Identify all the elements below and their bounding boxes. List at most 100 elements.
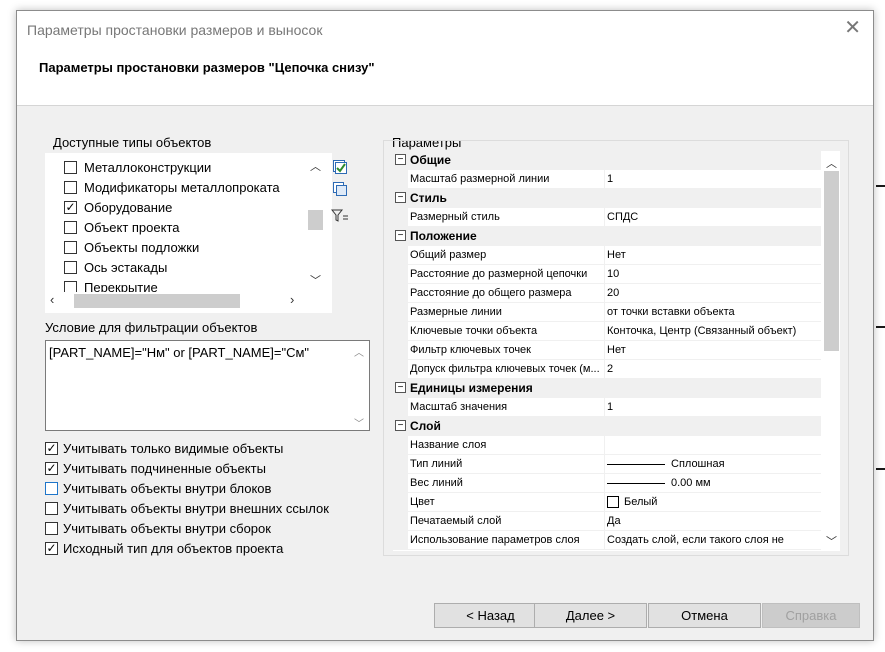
property-row[interactable]: Масштаб размерной линии 1 (393, 170, 821, 189)
object-type-item[interactable]: ✓ Оборудование (64, 197, 172, 217)
scroll-up-icon[interactable]: ︿ (310, 158, 321, 174)
checkbox[interactable] (64, 240, 77, 254)
checkbox[interactable] (45, 501, 58, 515)
property-value-text: 0.00 мм (671, 477, 711, 489)
property-name: Тип линий (410, 458, 463, 470)
property-value[interactable]: Белый (607, 496, 817, 509)
filter-icon[interactable] (331, 207, 349, 225)
scroll-left-icon[interactable]: ‹ (50, 292, 54, 307)
row-gutter (393, 341, 408, 360)
property-value[interactable]: Да (607, 515, 817, 527)
scroll-up-icon[interactable]: ︿ (354, 344, 364, 359)
title-bar: Параметры простановки размеров и выносок… (17, 11, 873, 48)
collapse-icon[interactable]: − (395, 154, 406, 165)
option-checkbox-row[interactable]: Учитывать объекты внутри внешних ссылок (45, 498, 329, 518)
property-value[interactable]: 2 (607, 363, 817, 375)
scroll-right-icon[interactable]: › (290, 292, 294, 307)
checkbox[interactable] (64, 260, 77, 274)
object-type-item[interactable]: Модификаторы металлопроката (64, 177, 280, 197)
checkbox[interactable] (45, 521, 58, 535)
object-type-item[interactable]: Объекты подложки (64, 237, 199, 257)
property-row[interactable]: Расстояние до общего размера 20 (393, 284, 821, 303)
property-row[interactable]: Размерные линии от точки вставки объекта (393, 303, 821, 322)
filter-scrollbar[interactable]: ︿ ﹀ (351, 341, 367, 430)
collapse-icon[interactable]: − (395, 382, 406, 393)
object-type-item[interactable]: Ось эстакады (64, 257, 167, 277)
property-row[interactable]: Ключевые точки объекта Конточка, Центр (С… (393, 322, 821, 341)
property-category[interactable]: − Стиль (393, 189, 821, 208)
property-value[interactable]: СПДС (607, 211, 817, 223)
object-type-item[interactable]: Перекрытие (64, 277, 158, 292)
property-row[interactable]: Расстояние до размерной цепочки 10 (393, 265, 821, 284)
property-row[interactable]: Цвет Белый (393, 493, 821, 512)
option-checkbox-row[interactable]: ✓ Учитывать только видимые объекты (45, 438, 283, 458)
option-checkbox-row[interactable]: ✓ Учитывать подчиненные объекты (45, 458, 266, 478)
copy-icon[interactable] (331, 180, 349, 198)
collapse-icon[interactable]: − (395, 192, 406, 203)
scroll-down-icon[interactable]: ﹀ (354, 415, 364, 430)
property-category[interactable]: − Единицы измерения (393, 379, 821, 398)
property-value[interactable]: 20 (607, 287, 817, 299)
checkbox[interactable] (45, 481, 58, 495)
object-types-label: Доступные типы объектов (53, 135, 212, 150)
property-row[interactable]: Допуск фильтра ключевых точек (м... 2 (393, 360, 821, 379)
checkbox[interactable]: ✓ (45, 461, 58, 475)
object-types-list[interactable]: Металлоконструкции Модификаторы металлопр… (45, 153, 332, 313)
object-types-hscroll[interactable]: ‹ › (46, 292, 324, 310)
checkbox[interactable] (64, 280, 77, 292)
property-name: Размерный стиль (410, 211, 500, 223)
property-value[interactable]: от точки вставки объекта (607, 306, 817, 318)
property-row[interactable]: Размерный стиль СПДС (393, 208, 821, 227)
collapse-icon[interactable]: − (395, 420, 406, 431)
property-grid-scrollbar[interactable]: ︿ ﹀ (821, 151, 840, 551)
object-types-vscroll[interactable]: ︿ ﹀ (306, 154, 324, 292)
property-value[interactable]: 1 (607, 173, 817, 185)
property-row[interactable]: Фильтр ключевых точек Нет (393, 341, 821, 360)
property-value[interactable]: 1 (607, 401, 817, 413)
collapse-icon[interactable]: − (395, 230, 406, 241)
property-row[interactable]: Использование параметров слоя Создать сло… (393, 531, 821, 550)
property-category[interactable]: − Общие (393, 151, 821, 170)
property-category[interactable]: − Слой (393, 417, 821, 436)
object-type-item[interactable]: Металлоконструкции (64, 157, 211, 177)
property-value-text: Нет (607, 249, 626, 261)
scroll-down-icon[interactable]: ﹀ (310, 272, 321, 288)
property-grid[interactable]: − Общие Масштаб размерной линии 1− Стиль Разм… (393, 151, 821, 551)
checkbox[interactable]: ✓ (45, 441, 58, 455)
object-type-item[interactable]: Объект проекта (64, 217, 179, 237)
property-value[interactable]: Сплошная (607, 458, 817, 470)
scroll-up-icon[interactable]: ︿ (826, 155, 837, 171)
property-row[interactable]: Тип линий Сплошная (393, 455, 821, 474)
property-value[interactable]: 0.00 мм (607, 477, 817, 489)
cancel-button[interactable]: Отмена (648, 603, 761, 628)
property-row[interactable]: Название слоя (393, 436, 821, 455)
check-all-icon[interactable] (331, 158, 349, 176)
property-value[interactable]: 10 (607, 268, 817, 280)
property-category[interactable]: − Положение (393, 227, 821, 246)
property-value[interactable]: Создать слой, если такого слоя не (607, 534, 817, 546)
checkbox[interactable]: ✓ (64, 200, 77, 214)
scroll-thumb[interactable] (308, 210, 323, 230)
scroll-down-icon[interactable]: ﹀ (826, 533, 837, 549)
property-value[interactable]: Нет (607, 249, 817, 261)
checkbox[interactable] (64, 160, 77, 174)
property-row[interactable]: Печатаемый слой Да (393, 512, 821, 531)
scroll-thumb[interactable] (824, 171, 839, 351)
checkbox[interactable] (64, 220, 77, 234)
property-row[interactable]: Общий размер Нет (393, 246, 821, 265)
filter-textarea[interactable]: [PART_NAME]="Нм" or [PART_NAME]="См" ︿ ﹀ (45, 340, 370, 431)
back-button[interactable]: < Назад (434, 603, 547, 628)
checkbox[interactable] (64, 180, 77, 194)
close-icon[interactable]: ✕ (844, 18, 861, 38)
checkbox[interactable]: ✓ (45, 541, 58, 555)
property-value[interactable]: Нет (607, 344, 817, 356)
scroll-thumb[interactable] (74, 294, 240, 308)
option-checkbox-row[interactable]: Учитывать объекты внутри сборок (45, 518, 271, 538)
help-button[interactable]: Справка (762, 603, 860, 628)
next-button[interactable]: Далее > (534, 603, 647, 628)
property-row[interactable]: Масштаб значения 1 (393, 398, 821, 417)
property-row[interactable]: Вес линий 0.00 мм (393, 474, 821, 493)
option-checkbox-row[interactable]: ✓ Исходный тип для объектов проекта (45, 538, 283, 558)
option-checkbox-row[interactable]: Учитывать объекты внутри блоков (45, 478, 271, 498)
property-value[interactable]: Конточка, Центр (Связанный объект) (607, 325, 817, 337)
